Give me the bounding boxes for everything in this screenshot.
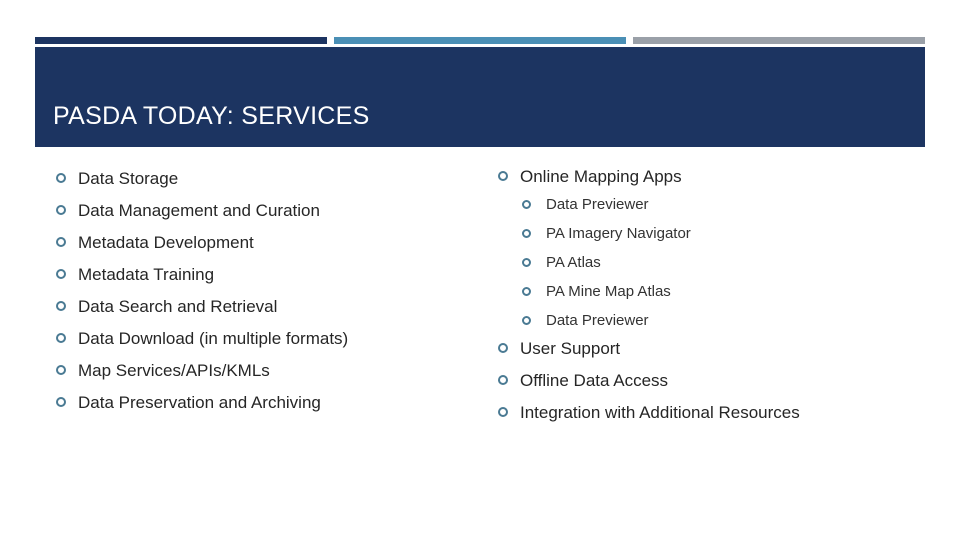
sublist-item: PA Atlas — [522, 254, 800, 283]
circle-bullet-icon — [522, 200, 531, 209]
list-item-online-mapping-apps: Online Mapping Apps — [498, 166, 800, 187]
list-item-label: Online Mapping Apps — [520, 167, 682, 186]
circle-bullet-icon — [56, 333, 66, 343]
circle-bullet-icon — [56, 173, 66, 183]
circle-bullet-icon — [498, 171, 508, 181]
list-item: Metadata Development — [56, 232, 348, 264]
circle-bullet-icon — [56, 397, 66, 407]
circle-bullet-icon — [498, 407, 508, 417]
list-item-label: Data Search and Retrieval — [78, 297, 278, 316]
list-item-label: Metadata Training — [78, 265, 215, 284]
list-item-label: Integration with Additional Resources — [520, 403, 800, 422]
list-item-label: Metadata Development — [78, 233, 254, 252]
circle-bullet-icon — [522, 316, 531, 325]
list-item: Data Storage — [56, 168, 348, 200]
list-item-label: Offline Data Access — [520, 371, 669, 390]
sublist-item: PA Imagery Navigator — [522, 225, 800, 254]
accent-bar-blue — [334, 37, 626, 44]
left-bullet-list: Data Storage Data Management and Curatio… — [56, 168, 348, 424]
list-item-label: Data Download (in multiple formats) — [78, 329, 349, 348]
sublist-item: Data Previewer — [522, 312, 800, 332]
list-item-label: Data Storage — [78, 169, 179, 188]
list-item: Offline Data Access — [498, 370, 800, 402]
sublist-item: PA Mine Map Atlas — [522, 283, 800, 312]
sublist-item-label: Data Previewer — [546, 196, 649, 213]
circle-bullet-icon — [56, 205, 66, 215]
list-item: Map Services/APIs/KMLs — [56, 360, 348, 392]
circle-bullet-icon — [56, 301, 66, 311]
circle-bullet-icon — [522, 287, 531, 296]
list-item: Integration with Additional Resources — [498, 402, 800, 434]
list-item: Data Download (in multiple formats) — [56, 328, 348, 360]
list-item: Data Management and Curation — [56, 200, 348, 232]
circle-bullet-icon — [56, 269, 66, 279]
sublist-item-label: PA Imagery Navigator — [546, 225, 691, 242]
list-item: Metadata Training — [56, 264, 348, 296]
list-item: Data Preservation and Archiving — [56, 392, 348, 424]
sublist-item-label: PA Mine Map Atlas — [546, 283, 671, 300]
list-item-label: Data Management and Curation — [78, 201, 320, 220]
sublist-item-label: PA Atlas — [546, 254, 601, 271]
slide-title: PASDA TODAY: SERVICES — [53, 102, 370, 130]
circle-bullet-icon — [522, 258, 531, 267]
circle-bullet-icon — [56, 365, 66, 375]
list-item: Data Search and Retrieval — [56, 296, 348, 328]
circle-bullet-icon — [56, 237, 66, 247]
list-item-label: Data Preservation and Archiving — [78, 393, 321, 412]
list-item-label: Map Services/APIs/KMLs — [78, 361, 270, 380]
title-banner: PASDA TODAY: SERVICES — [35, 47, 925, 147]
circle-bullet-icon — [498, 375, 508, 385]
circle-bullet-icon — [522, 229, 531, 238]
accent-bar-gray — [633, 37, 925, 44]
list-item-label: User Support — [520, 339, 621, 358]
circle-bullet-icon — [498, 343, 508, 353]
mapping-apps-sublist: Data Previewer PA Imagery Navigator PA A… — [498, 196, 800, 332]
right-bullet-list: Online Mapping Apps Data Previewer PA Im… — [498, 166, 800, 434]
list-item: User Support — [498, 338, 800, 370]
accent-bar-navy — [35, 37, 327, 44]
sublist-item: Data Previewer — [522, 196, 800, 225]
sublist-item-label: Data Previewer — [546, 312, 649, 329]
